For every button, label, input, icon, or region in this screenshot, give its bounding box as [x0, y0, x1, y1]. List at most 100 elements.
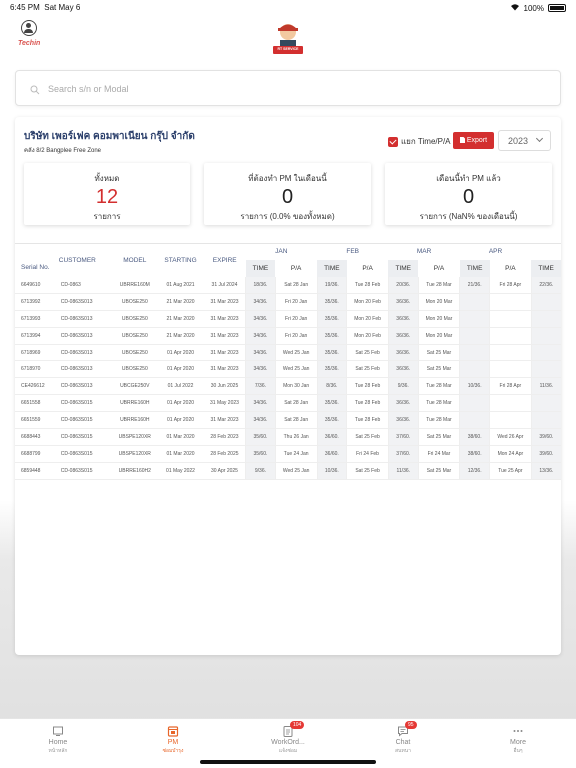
pm-card: บริษัท เพอร์เฟค คอมพาเนียน กรุ๊ป จำกัด ค…	[15, 117, 561, 655]
table-row[interactable]: 6651558 CD-0863S015 UBRRE160H 01 Apr 2020 31…	[15, 394, 561, 413]
table-row[interactable]: 6688443 CD-0863S015 UBSPE120XR 01 Mar 2020 2…	[15, 428, 561, 446]
cell-pa: Sat 25 Mar	[417, 462, 460, 480]
table-row[interactable]: 6713994 CD-0863S013 UBOSE250 21 Mar 2020 31 …	[15, 327, 561, 345]
tab-workorders[interactable]: 104 WorkOrd... แจ้งซ่อม	[248, 721, 328, 755]
cell-time	[530, 327, 561, 345]
cell-customer: CD-0863S013	[54, 344, 113, 362]
table-row[interactable]: 6718970 CD-0863S013 UBOSE250 01 Apr 2020 31 …	[15, 360, 561, 379]
cell-pa: Tue 28 Feb	[346, 394, 389, 413]
cell-starting: 01 Apr 2020	[157, 360, 204, 379]
search-bar[interactable]	[15, 70, 561, 106]
cell-time: 34/36.	[245, 327, 276, 345]
sub-time: TIME	[317, 259, 347, 277]
tab-home[interactable]: Home หน้าหลัก	[18, 724, 98, 755]
cell-pa: Fri 20 Jan	[274, 293, 317, 311]
tab-sublabel: แจ้งซ่อม	[278, 748, 298, 754]
cell-starting: 01 Mar 2020	[157, 445, 204, 463]
profile-button[interactable]: Techin	[18, 20, 40, 47]
split-checkbox[interactable]	[388, 136, 398, 147]
chevron-down-icon	[535, 134, 544, 143]
cell-time	[530, 360, 561, 379]
company-logo: RT SERVICE	[270, 19, 306, 57]
cell-starting: 01 Apr 2020	[157, 411, 204, 430]
cell-time	[530, 293, 561, 311]
status-bar: 6:45 PM Sat May 6 100%	[0, 0, 576, 14]
cell-pa: Mon 24 Apr	[489, 445, 532, 463]
cell-pa	[489, 327, 532, 345]
col-serial: Serial No.	[21, 263, 50, 271]
top-header: Techin RT SERVICE	[0, 14, 576, 64]
cell-pa: Tue 28 Mar	[417, 411, 460, 430]
table-row[interactable]: 6859448 CD-0863S015 UBRRE160H2 01 May 2022 3…	[15, 462, 561, 480]
month-may	[531, 244, 561, 260]
cell-starting: 01 Mar 2020	[157, 428, 204, 446]
sub-pa: P/A	[290, 264, 302, 272]
export-button[interactable]: Export	[453, 132, 494, 149]
cell-pa	[489, 360, 532, 379]
pm-table-body: 6649610 CD-0863 UBRRE160M 01 Aug 2021 31 Jul…	[15, 276, 561, 480]
cell-starting: 01 Jul 2022	[157, 377, 204, 396]
cell-time: 34/36.	[245, 411, 276, 430]
tab-pm[interactable]: PM ซ่อมบำรุง	[133, 724, 213, 755]
year-select[interactable]: 2023	[498, 130, 551, 151]
user-icon	[21, 20, 38, 36]
cell-serial: 6718970	[15, 360, 55, 379]
cell-starting: 01 Apr 2020	[157, 344, 204, 362]
export-label: Export	[466, 137, 488, 144]
cell-time	[530, 411, 561, 430]
cell-model: UBRRE160H	[112, 394, 158, 413]
tab-sublabel: หน้าหลัก	[48, 748, 68, 754]
cell-expire: 31 Mar 2023	[203, 411, 246, 430]
tab-chat[interactable]: 95 Chat สนทนา	[363, 721, 443, 755]
stat-value: 12	[95, 186, 119, 208]
cell-customer: CD-0863	[54, 276, 113, 294]
cell-pa: Tue 28 Feb	[346, 377, 389, 396]
cell-pa: Sat 25 Feb	[346, 428, 389, 446]
cell-expire: 30 Jun 2025	[203, 377, 246, 396]
cell-time: 34/36.	[245, 310, 276, 328]
table-row[interactable]: 6718969 CD-0863S013 UBOSE250 01 Apr 2020 31 …	[15, 344, 561, 362]
cell-time: 35/36.	[316, 360, 347, 379]
cell-time	[459, 411, 490, 430]
tab-more[interactable]: More อื่นๆ	[478, 724, 558, 755]
sub-time: TIME	[459, 259, 490, 277]
home-icon	[18, 724, 98, 736]
cell-pa: Sat 25 Feb	[346, 344, 389, 362]
pm-table-scroll[interactable]: Serial No. CUSTOMER MODEL STARTING EXPIR…	[15, 243, 561, 483]
cell-time: 7/36.	[245, 377, 276, 396]
table-row[interactable]: 6713992 CD-0863S013 UBOSE250 21 Mar 2020 31 …	[15, 293, 561, 311]
cell-expire: 28 Feb 2025	[203, 445, 246, 463]
tab-label: PM	[167, 739, 179, 746]
tab-label: Chat	[395, 739, 411, 746]
cell-expire: 31 May 2023	[203, 394, 246, 413]
cell-pa: Tue 28 Feb	[346, 276, 389, 294]
search-input[interactable]	[48, 79, 548, 99]
cell-expire: 31 Mar 2023	[203, 327, 246, 345]
tab-label: Home	[48, 739, 68, 746]
month-apr: APR	[488, 248, 503, 256]
cell-model: UBCGE250V	[112, 377, 158, 396]
cell-pa: Mon 30 Jan	[274, 377, 317, 396]
stat-done-this-month: เดือนนี้ทำ PM แล้ว 0 รายการ (NaN% ของเดื…	[385, 163, 552, 225]
table-row[interactable]: 6651559 CD-0863S015 UBRRE160H 01 Apr 2020 31…	[15, 411, 561, 430]
cell-customer: CD-0863S013	[54, 377, 113, 396]
cell-time	[530, 394, 561, 413]
table-row[interactable]: CE426612 CD-0863S013 UBCGE250V 01 Jul 2022 3…	[15, 377, 561, 396]
split-toggle[interactable]: แยก Time/P/A	[388, 135, 451, 148]
cell-expire: 31 Mar 2023	[203, 293, 246, 311]
cell-starting: 21 Mar 2020	[157, 293, 204, 311]
stat-sub: รายการ	[93, 212, 121, 221]
table-row[interactable]: 6649610 CD-0863 UBRRE160M 01 Aug 2021 31 Jul…	[15, 276, 561, 294]
chat-badge: 95	[405, 721, 417, 729]
user-name: Techin	[18, 40, 41, 47]
cell-serial: CE426612	[15, 377, 55, 396]
sub-pa: P/A	[362, 264, 373, 272]
cell-customer: CD-0863S015	[54, 411, 113, 430]
table-row[interactable]: 6713993 CD-0863S013 UBOSE250 21 Mar 2020 31 …	[15, 310, 561, 328]
col-customer: CUSTOMER	[58, 256, 96, 264]
tab-sublabel: อื่นๆ	[513, 748, 523, 754]
table-row[interactable]: 6688799 CD-0863S015 UBSPE120XR 01 Mar 2020 2…	[15, 445, 561, 463]
cell-time	[459, 310, 490, 328]
tab-label: More	[510, 739, 526, 746]
cell-pa: Mon 20 Mar	[417, 310, 460, 328]
